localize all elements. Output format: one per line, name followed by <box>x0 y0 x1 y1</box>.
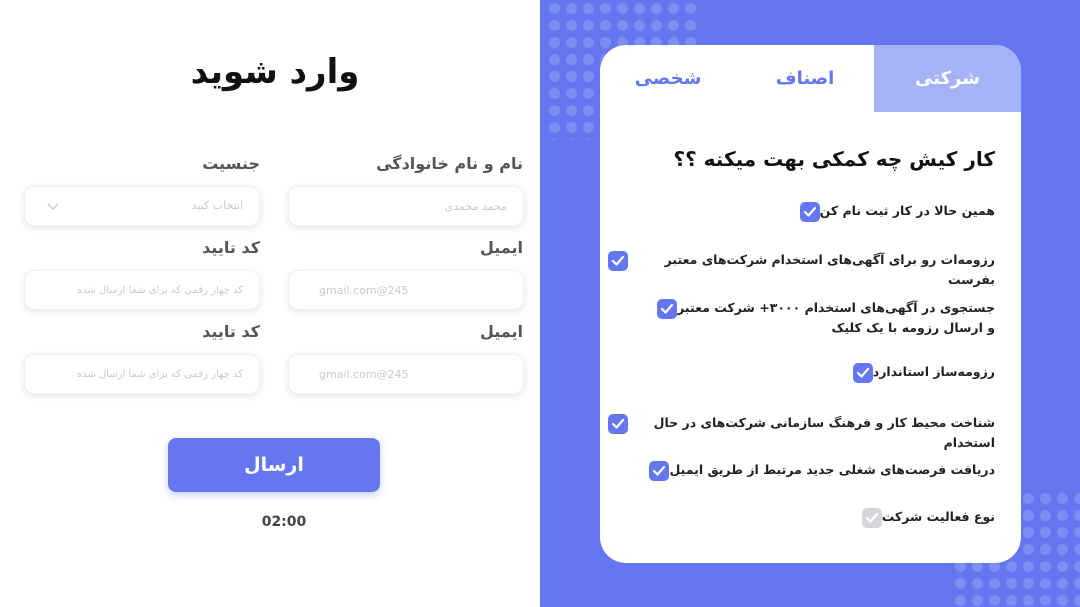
checkbox-checked-icon[interactable] <box>657 299 678 319</box>
submit-button[interactable]: ارسال <box>168 438 380 492</box>
feature-text: دریافت فرصت‌های شغلی جدید مرتبط از طریق … <box>669 462 995 477</box>
feature-text: رزومه‌ساز استاندارد <box>872 364 995 379</box>
features-panel: شرکتی اصناف شخصی کار کیش چه کمکی بهت میک… <box>540 0 1080 607</box>
chevron-down-icon <box>47 203 59 210</box>
page-title: وارد شوید <box>190 52 360 92</box>
gender-label: جنسیت <box>202 154 260 173</box>
feature-text: نوع فعالیت شرکت <box>881 509 995 524</box>
email-field[interactable] <box>288 354 524 394</box>
feature-text: همین حالا در کار ثبت نام کن <box>819 203 995 218</box>
account-type-tabs: شرکتی اصناف شخصی <box>600 45 1021 112</box>
checkbox-checked-icon[interactable] <box>608 251 628 271</box>
feature-item: شناخت محیط کار و فرهنگ سازمانی شرکت‌های … <box>600 413 995 453</box>
feature-item: دریافت فرصت‌های شغلی جدید مرتبط از طریق … <box>641 460 995 481</box>
feature-text: جستجوی در آگهی‌های استخدام ۳۰۰۰+ شرکت مع… <box>677 300 995 335</box>
tab-personal[interactable]: شخصی <box>600 45 736 112</box>
feature-text: شناخت محیط کار و فرهنگ سازمانی شرکت‌های … <box>653 415 995 450</box>
feature-item: نوع فعالیت شرکت <box>854 507 995 528</box>
verify-code-field[interactable] <box>24 354 260 394</box>
feature-item: جستجوی در آگهی‌های استخدام ۳۰۰۰+ شرکت مع… <box>649 298 995 338</box>
gender-select-placeholder: انتخاب کنید <box>191 199 243 212</box>
features-card: شرکتی اصناف شخصی کار کیش چه کمکی بهت میک… <box>600 45 1021 563</box>
feature-text: رزومه‌ات رو برای آگهی‌های استخدام شرکت‌ه… <box>664 252 995 287</box>
tab-guilds[interactable]: اصناف <box>735 45 875 112</box>
checkbox-checked-icon[interactable] <box>852 363 873 383</box>
email-label: ایمیل <box>479 238 523 257</box>
tab-company[interactable]: شرکتی <box>874 45 1021 112</box>
checkbox-unchecked-icon[interactable] <box>861 508 882 528</box>
name-label: نام و نام خانوادگی <box>376 154 523 173</box>
verify-code-field[interactable] <box>24 270 260 310</box>
feature-item: رزومه‌ات رو برای آگهی‌های استخدام شرکت‌ه… <box>600 250 995 290</box>
feature-item: همین حالا در کار ثبت نام کن <box>792 201 995 222</box>
email-label: ایمیل <box>479 322 523 341</box>
checkbox-checked-icon[interactable] <box>608 414 628 434</box>
verify-code-label: کد تایید <box>202 238 260 257</box>
login-form: وارد شوید نام و نام خانوادگی جنسیت انتخا… <box>0 0 540 607</box>
resend-timer: 02:00 <box>261 514 307 530</box>
gender-select[interactable]: انتخاب کنید <box>24 186 260 226</box>
feature-item: رزومه‌ساز استاندارد <box>845 362 995 383</box>
verify-code-label: کد تایید <box>202 322 260 341</box>
checkbox-checked-icon[interactable] <box>799 202 820 222</box>
email-field[interactable] <box>288 270 524 310</box>
name-field[interactable] <box>288 186 524 226</box>
checkbox-checked-icon[interactable] <box>649 461 670 481</box>
features-heading: کار کیش چه کمکی بهت میکنه ؟؟ <box>673 147 995 171</box>
